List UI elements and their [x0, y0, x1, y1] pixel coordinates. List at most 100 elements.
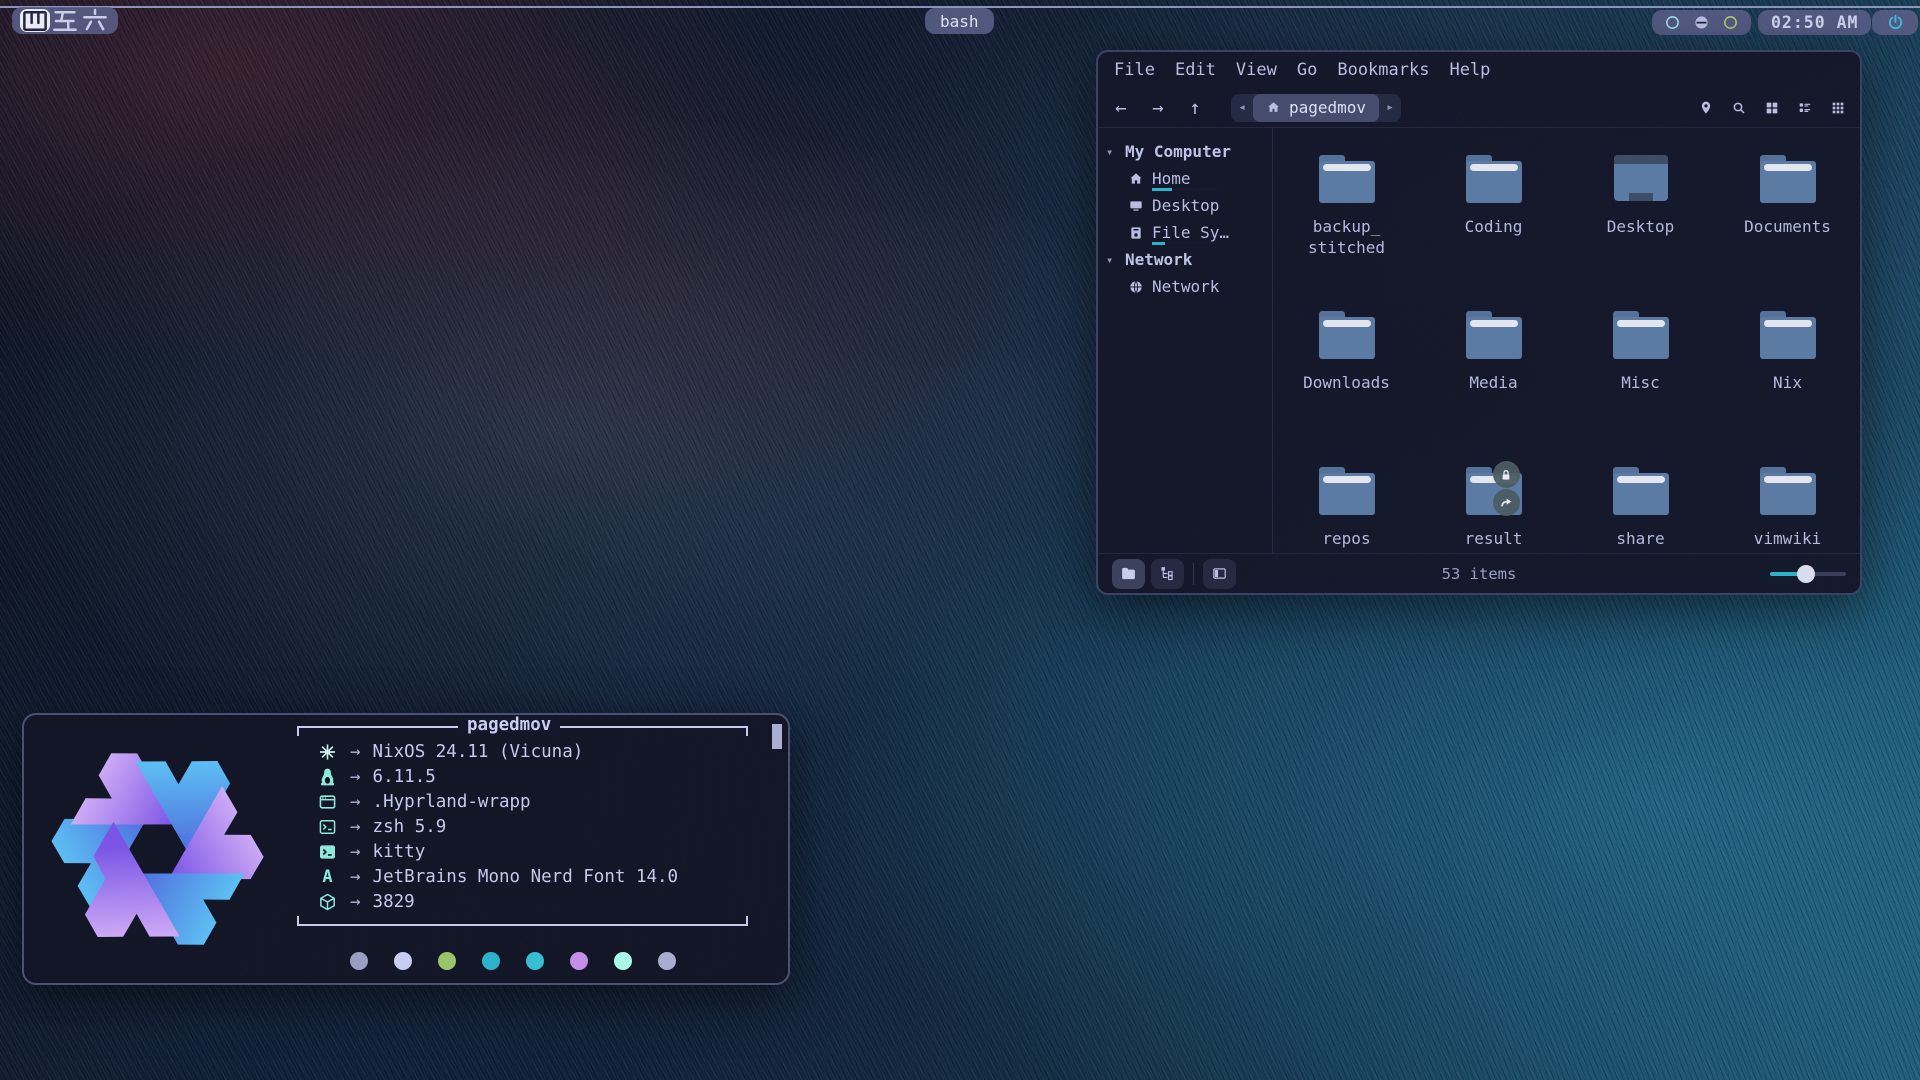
sidebar-section-header[interactable]: ▾ Network: [1098, 246, 1272, 273]
status-circle-green-icon[interactable]: [1722, 14, 1739, 31]
fastfetch-row: → kitty: [317, 839, 758, 864]
focused-window-title[interactable]: bash: [925, 8, 994, 34]
file-emblems: [1759, 308, 1817, 360]
cjk-six-icon: [80, 6, 110, 36]
clock-widget[interactable]: 02:50 AM: [1758, 10, 1872, 35]
arrow-icon: →: [350, 791, 361, 812]
file-emblems: [1465, 461, 1523, 516]
sidebar-item-label: Home: [1152, 169, 1191, 188]
status-circle-cyan-icon[interactable]: [1664, 14, 1681, 31]
side-pane-toggle-button[interactable]: [1203, 558, 1236, 589]
file-name: Desktop: [1606, 217, 1675, 236]
terminal-window[interactable]: pagedmov → NixOS 24.11 (Vicuna) → 6.11.5…: [22, 713, 790, 985]
menu-item[interactable]: Bookmarks: [1327, 58, 1439, 82]
palette-dot: [658, 952, 676, 970]
zoom-slider[interactable]: [1770, 564, 1846, 583]
sidebar-item[interactable]: Desktop: [1098, 192, 1272, 219]
breadcrumb-current[interactable]: pagedmov: [1253, 93, 1380, 122]
sidebar-section-items: Network: [1098, 273, 1272, 300]
file-item[interactable]: result: [1420, 440, 1567, 553]
file-item[interactable]: repos: [1273, 440, 1420, 553]
file-item[interactable]: share: [1567, 440, 1714, 553]
fastfetch-box-top: pagedmov: [297, 715, 748, 736]
file-emblems: [1612, 152, 1670, 204]
zoom-slider-knob[interactable]: [1797, 564, 1816, 583]
lock-emblem-icon: [1492, 461, 1520, 488]
menu-item[interactable]: Go: [1287, 58, 1327, 82]
search-icon[interactable]: [1731, 100, 1747, 116]
sidebar-item[interactable]: File Sy…: [1098, 219, 1272, 246]
file-emblems: [1318, 464, 1376, 516]
arrow-icon: →: [350, 841, 361, 862]
file-grid: backup_ stitched Coding Desktop Document…: [1273, 128, 1860, 553]
file-emblems: [1759, 152, 1817, 204]
sidebar-item-label: Desktop: [1152, 196, 1220, 215]
window-icon: [317, 792, 338, 812]
show-folders-button[interactable]: [1112, 558, 1145, 589]
fastfetch-value: 3829: [372, 891, 415, 912]
up-button[interactable]: ↑: [1186, 97, 1204, 119]
menu-item[interactable]: View: [1226, 58, 1287, 82]
toolbar-right: [1698, 100, 1846, 116]
palette-dot: [614, 952, 632, 970]
file-emblems: [1318, 152, 1376, 204]
forward-button[interactable]: →: [1149, 97, 1167, 119]
sidebar-item[interactable]: Network: [1098, 273, 1272, 300]
breadcrumb-right-chevron-icon[interactable]: ▸: [1379, 100, 1401, 115]
breadcrumb: ◂ pagedmov ▸: [1231, 93, 1402, 122]
fastfetch-value: JetBrains Mono Nerd Font 14.0: [372, 866, 679, 887]
nix-snowflake-icon: [317, 742, 338, 762]
sidebar-section: ▾ Network Network: [1098, 246, 1272, 300]
arrow-icon: →: [350, 866, 361, 887]
workspace-button[interactable]: [20, 9, 50, 32]
file-name: Coding: [1464, 217, 1523, 236]
fastfetch-rows: → NixOS 24.11 (Vicuna) → 6.11.5 → .Hyprl…: [288, 736, 758, 916]
fastfetch-box-bottom: [297, 916, 748, 926]
shell-prompt-icon: [317, 817, 338, 837]
file-item[interactable]: Media: [1420, 284, 1567, 440]
file-emblems: [1759, 464, 1817, 516]
file-item[interactable]: backup_ stitched: [1273, 128, 1420, 284]
terminal-color-palette: [350, 952, 676, 970]
palette-dot: [438, 952, 456, 970]
sidebar-item[interactable]: Home: [1098, 165, 1272, 192]
view-grid-icon[interactable]: [1764, 100, 1780, 116]
file-item[interactable]: Misc: [1567, 284, 1714, 440]
back-button[interactable]: ←: [1112, 97, 1130, 119]
toolbar: ← → ↑ ◂ pagedmov ▸: [1098, 88, 1860, 128]
workspace-button[interactable]: [50, 9, 80, 32]
view-compact-icon[interactable]: [1830, 100, 1846, 116]
menu-item[interactable]: Help: [1439, 58, 1500, 82]
status-tray: [1652, 10, 1751, 35]
penguin-icon: [317, 767, 338, 787]
file-item[interactable]: Downloads: [1273, 284, 1420, 440]
file-item[interactable]: Documents: [1714, 128, 1860, 284]
fastfetch-row: → 6.11.5: [317, 764, 758, 789]
sidebar: ▾ My Computer Home Desktop File Sy… ▾ Ne…: [1098, 128, 1273, 553]
menu-item[interactable]: File: [1104, 58, 1165, 82]
clock-text: 02:50 AM: [1771, 13, 1859, 32]
arrow-icon: →: [350, 766, 361, 787]
fastfetch-output: pagedmov → NixOS 24.11 (Vicuna) → 6.11.5…: [288, 715, 758, 983]
workspace-switcher: [12, 7, 118, 34]
sidebar-section-header[interactable]: ▾ My Computer: [1098, 138, 1272, 165]
file-emblems: [1612, 308, 1670, 360]
location-pin-icon[interactable]: [1698, 100, 1714, 116]
breadcrumb-location: pagedmov: [1289, 98, 1367, 117]
file-item[interactable]: Coding: [1420, 128, 1567, 284]
file-item[interactable]: Desktop: [1567, 128, 1714, 284]
power-button[interactable]: [1872, 10, 1918, 35]
workspace-button[interactable]: [80, 8, 110, 32]
file-name: repos: [1322, 529, 1371, 548]
file-item[interactable]: Nix: [1714, 284, 1860, 440]
cjk-five-icon: [50, 6, 80, 36]
globe-icon: [1128, 279, 1144, 295]
menu-item[interactable]: Edit: [1165, 58, 1226, 82]
breadcrumb-left-chevron-icon[interactable]: ◂: [1231, 100, 1253, 115]
view-list-icon[interactable]: [1797, 100, 1813, 116]
tree-view-button[interactable]: [1151, 558, 1184, 589]
power-icon: [1886, 13, 1905, 32]
file-item[interactable]: vimwiki: [1714, 440, 1860, 553]
window-title-text: bash: [940, 11, 979, 31]
status-circle-half-icon[interactable]: [1693, 14, 1710, 31]
